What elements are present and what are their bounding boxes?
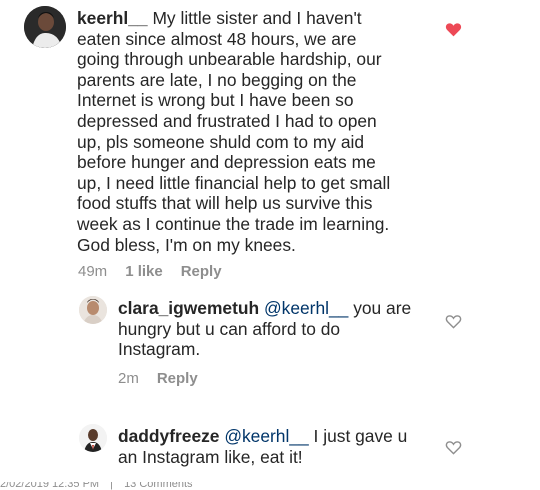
comment-line: Internet is wrong but I have been so xyxy=(77,90,354,111)
heart-filled-icon[interactable] xyxy=(445,22,462,42)
reply-text: daddyfreeze @keerhl__ I just gave u an I… xyxy=(118,426,438,467)
comment-line: eaten since almost 48 hours, we are xyxy=(77,28,357,49)
heart-outline-icon[interactable] xyxy=(445,440,462,460)
reply-button[interactable]: Reply xyxy=(157,370,198,387)
timestamp: 2m xyxy=(118,370,139,387)
avatar[interactable] xyxy=(24,6,66,48)
likes-count[interactable]: 1 like xyxy=(125,263,163,280)
comment-line: God bless, I'm on my knees. xyxy=(77,234,296,255)
comment-line: up, I need little financial help to get … xyxy=(77,172,391,193)
heart-outline-icon[interactable] xyxy=(445,314,462,334)
avatar[interactable] xyxy=(79,296,107,324)
profile-photo-icon xyxy=(79,296,107,324)
reply-meta: 2m Reply xyxy=(118,370,198,387)
avatar[interactable] xyxy=(79,424,107,452)
comment-line: food stuffs that will help us survive th… xyxy=(77,193,373,214)
reply-comment: clara_igwemetuh @keerhl__ you are hungry… xyxy=(0,290,540,400)
comment-line: depressed and frustrated I had to open xyxy=(77,110,377,131)
main-comment: keerhl__ My little sister and I haven't … xyxy=(0,0,540,290)
username[interactable]: clara_igwemetuh xyxy=(118,298,259,318)
username[interactable]: keerhl__ xyxy=(77,8,148,28)
reply-line: an Instagram like, eat it! xyxy=(118,446,303,467)
profile-photo-icon xyxy=(79,424,107,452)
reply-line: you are xyxy=(353,298,412,318)
reply-line: Instagram. xyxy=(118,339,201,360)
mention-link[interactable]: @keerhl__ xyxy=(264,298,348,318)
reply-text: clara_igwemetuh @keerhl__ you are hungry… xyxy=(118,298,438,360)
footer-strip: 2/02/2019 12:35 PM | 13 Comments xyxy=(0,482,540,490)
profile-photo-icon xyxy=(24,6,66,48)
timestamp: 49m xyxy=(78,263,108,280)
mention-link[interactable]: @keerhl__ xyxy=(224,426,308,446)
comment-line: up, pls someone shuld com to my aid xyxy=(77,131,365,152)
footer-separator: | xyxy=(110,482,113,490)
reply-button[interactable]: Reply xyxy=(181,263,222,280)
post-date: 2/02/2019 12:35 PM xyxy=(0,482,100,490)
comment-line: before hunger and depression eats me xyxy=(77,152,376,173)
comments-count[interactable]: 13 Comments xyxy=(124,482,192,490)
comment-meta: 49m 1 like Reply xyxy=(78,263,222,280)
comment-line: My little sister and I haven't xyxy=(152,8,362,28)
username[interactable]: daddyfreeze xyxy=(118,426,219,446)
comment-line: going through unbearable hardship, our xyxy=(77,49,382,70)
comment-line: week as I continue the trade im learning… xyxy=(77,213,390,234)
reply-comment: daddyfreeze @keerhl__ I just gave u an I… xyxy=(0,418,540,482)
comment-text: keerhl__ My little sister and I haven't … xyxy=(77,8,497,255)
reply-line: hungry but u can afford to do xyxy=(118,318,341,339)
comment-line: parents are late, I no begging on the xyxy=(77,69,357,90)
reply-line: I just gave u xyxy=(313,426,408,446)
